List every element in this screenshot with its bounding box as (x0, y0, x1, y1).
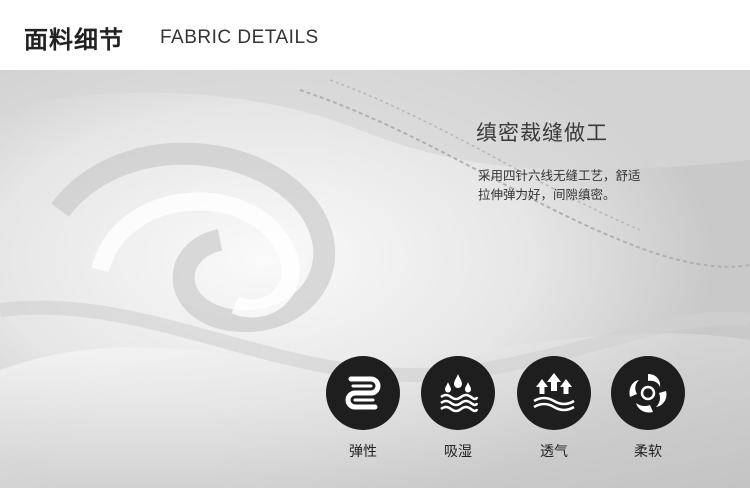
feature-moisture: 吸湿 (421, 356, 495, 461)
header: 面料细节 FABRIC DETAILS (0, 0, 750, 70)
feature-soft: 柔软 (611, 356, 685, 461)
feature-label-elastic: 弹性 (349, 444, 377, 460)
feature-breathable: 透气 (517, 356, 591, 461)
soft-swirl-icon (611, 356, 685, 430)
feature-label-moisture: 吸湿 (444, 444, 472, 460)
feature-label-breathable: 透气 (540, 444, 568, 460)
elastic-wave-icon (326, 356, 400, 430)
detail-description-line1: 采用四针六线无缝工艺，舒适 (478, 168, 641, 183)
section-title-en: FABRIC DETAILS (160, 27, 319, 48)
feature-label-soft: 柔软 (634, 444, 662, 460)
breathable-arrows-icon (517, 356, 591, 430)
detail-description-line2: 拉伸弹力好，间隙缜密。 (478, 187, 616, 202)
moisture-drops-icon (421, 356, 495, 430)
section-title-cn: 面料细节 (24, 26, 124, 54)
detail-title: 缜密裁缝做工 (476, 121, 608, 145)
detail-description: 采用四针六线无缝工艺，舒适 拉伸弹力好，间隙缜密。 (478, 166, 678, 204)
feature-elastic: 弹性 (326, 356, 400, 461)
